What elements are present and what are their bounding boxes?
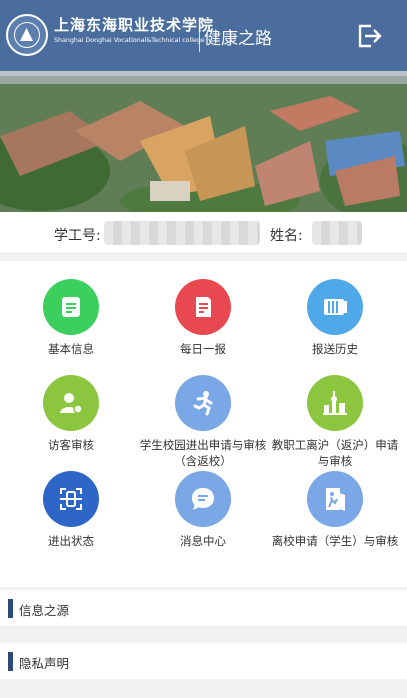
privacy-statement-link[interactable]: 隐私声明	[0, 643, 407, 679]
menu-item-label: 每日一报	[180, 342, 226, 356]
menu-item-visitor-review[interactable]: 访客审核	[3, 375, 139, 453]
menu-item-label: 教职工离沪（返沪）申请与审核	[271, 438, 399, 468]
menu-item-label: 报送历史	[312, 342, 358, 356]
privacy-statement-label: 隐私声明	[19, 656, 70, 671]
school-name-en: Shanghai Donghai Vocational&Technical co…	[54, 37, 205, 44]
menu-item-label: 访客审核	[48, 438, 94, 452]
report-icon	[175, 279, 231, 335]
menu-item-message-center[interactable]: 消息中心	[135, 471, 271, 549]
section-marker	[8, 599, 13, 618]
info-source-link[interactable]: 信息之源	[0, 590, 407, 626]
logout-button[interactable]	[355, 22, 385, 50]
exit-door-icon	[307, 471, 363, 527]
scan-icon	[43, 471, 99, 527]
running-person-icon	[175, 375, 231, 431]
logout-icon	[358, 24, 382, 48]
menu-item-label: 基本信息	[48, 342, 94, 356]
info-source-label: 信息之源	[19, 603, 70, 618]
menu-item-daily-report[interactable]: 每日一报	[135, 279, 271, 357]
menu-item-campus-access-application[interactable]: 学生校园进出申请与审核（含返校）	[135, 375, 271, 469]
menu-item-label: 进出状态	[48, 534, 94, 548]
school-logo	[6, 14, 48, 56]
menu-item-leave-school-application[interactable]: 离校申请（学生）与审核	[267, 471, 403, 549]
app-title: 健康之路	[204, 29, 272, 49]
menu-item-report-history[interactable]: 报送历史	[267, 279, 403, 357]
menu-item-label: 学生校园进出申请与审核（含返校）	[139, 438, 267, 468]
menu-item-basic-info[interactable]: 基本信息	[3, 279, 139, 357]
menu-item-staff-leave-shanghai[interactable]: 教职工离沪（返沪）申请与审核	[267, 375, 403, 469]
menu-grid: 基本信息 每日一报 报送历史 访客审核 学生校园进出申请与审核（含返校） 教职工…	[0, 261, 407, 587]
campus-banner-image	[0, 71, 407, 212]
visitor-icon	[43, 375, 99, 431]
menu-item-label: 离校申请（学生）与审核	[271, 534, 399, 548]
menu-item-label: 消息中心	[180, 534, 226, 548]
app-header: 上海东海职业技术学院 Shanghai Donghai Vocational&T…	[0, 0, 407, 71]
student-id-label: 学工号:	[54, 228, 101, 244]
history-icon	[307, 279, 363, 335]
user-info-bar: 学工号: 姓名:	[0, 212, 407, 254]
student-id-value-masked	[104, 221, 260, 245]
message-icon	[175, 471, 231, 527]
id-card-icon	[43, 279, 99, 335]
header-divider	[199, 20, 200, 52]
menu-item-access-status[interactable]: 进出状态	[3, 471, 139, 549]
section-marker	[8, 652, 13, 671]
name-value-masked	[312, 221, 362, 245]
city-icon	[307, 375, 363, 431]
name-label: 姓名:	[270, 228, 303, 244]
school-name-cn: 上海东海职业技术学院	[54, 16, 215, 34]
